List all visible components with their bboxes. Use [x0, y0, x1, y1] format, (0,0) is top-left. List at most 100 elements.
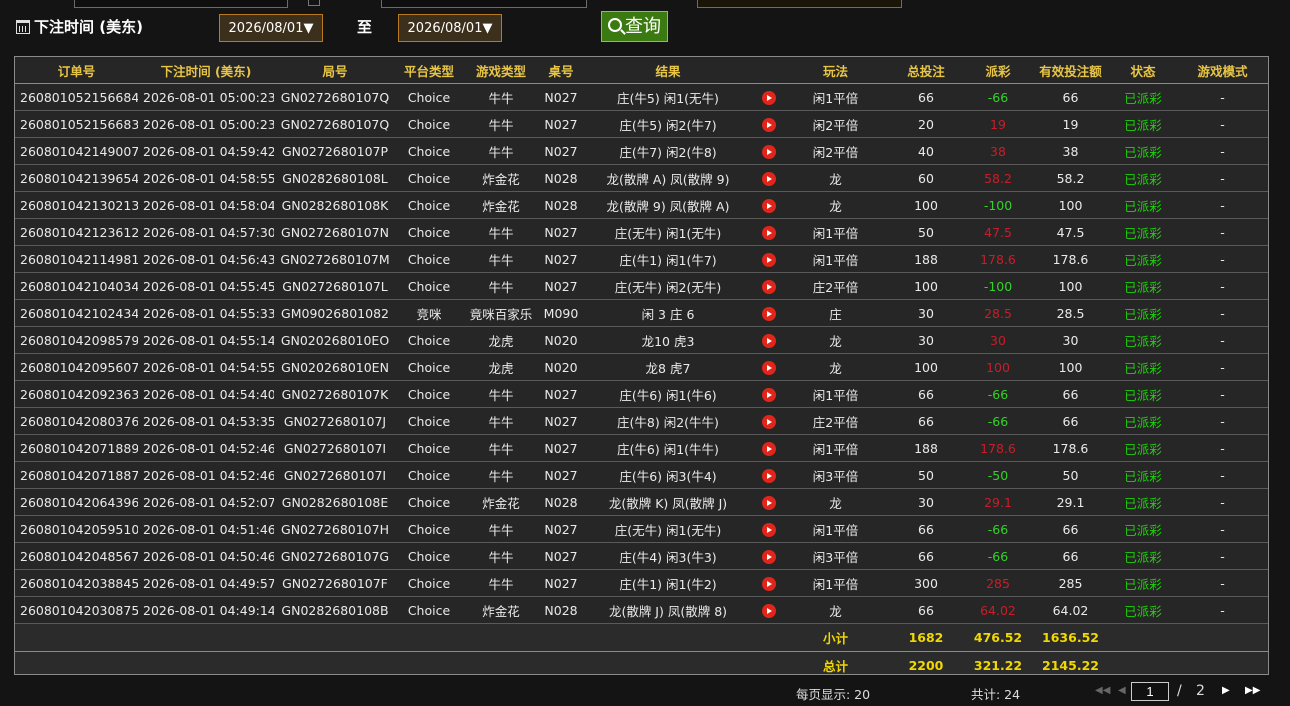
table-row[interactable]: 260801042149007 2026-08-01 04:59:42 GN0272… [15, 137, 1268, 165]
round-no-cell: GN0282680108B [274, 596, 396, 624]
order-no-cell: 260801042123612 [15, 218, 138, 246]
top-input-2[interactable] [381, 0, 587, 8]
table-row[interactable]: 260801042030875 2026-08-01 04:49:14 GN0282… [15, 596, 1268, 624]
replay-cell [754, 380, 783, 408]
game-mode-cell: - [1177, 380, 1268, 408]
col-order-no[interactable]: 订单号 [15, 57, 138, 84]
play-video-icon[interactable] [761, 252, 776, 267]
play-video-icon[interactable] [761, 171, 776, 186]
bet-time-cell: 2026-08-01 04:52:46 [138, 434, 274, 462]
play-cell: 龙 [783, 596, 888, 624]
table-row[interactable]: 260801042139654 2026-08-01 04:58:55 GN0282… [15, 164, 1268, 192]
table-row[interactable]: 260801042123612 2026-08-01 04:57:30 GN0272… [15, 218, 1268, 246]
table-no-cell: N028 [540, 191, 582, 219]
play-video-icon[interactable] [761, 306, 776, 321]
table-row[interactable]: 260801042048567 2026-08-01 04:50:46 GN0272… [15, 542, 1268, 570]
play-video-icon[interactable] [761, 360, 776, 375]
sum-label: 小计 [783, 623, 888, 652]
game-mode-cell: - [1177, 596, 1268, 624]
col-platform[interactable]: 平台类型 [396, 57, 462, 84]
play-video-icon[interactable] [761, 522, 776, 537]
table-row[interactable]: 260801042080376 2026-08-01 04:53:35 GN0272… [15, 407, 1268, 435]
table-row[interactable]: 260801042038845 2026-08-01 04:49:57 GN0272… [15, 569, 1268, 597]
round-no-cell: GN0272680107Q [274, 83, 396, 111]
table-row[interactable]: 260801042071887 2026-08-01 04:52:46 GN0272… [15, 461, 1268, 489]
page-number-input[interactable] [1131, 682, 1169, 701]
payout-cell: 100 [964, 353, 1032, 381]
col-payout[interactable]: 派彩 [964, 57, 1032, 84]
platform-cell: Choice [396, 83, 462, 111]
last-page-icon[interactable]: ▶▶ [1245, 685, 1260, 696]
table-row[interactable]: 260801042064396 2026-08-01 04:52:07 GN0282… [15, 488, 1268, 516]
play-video-icon[interactable] [761, 117, 776, 132]
subtotal-row: 小计 1682 476.52 1636.52 [15, 623, 1268, 652]
col-result[interactable]: 结果 [582, 57, 754, 84]
total-bet-cell: 300 [888, 569, 964, 597]
col-bet-time[interactable]: 下注时间 (美东) [138, 57, 274, 84]
top-checkbox[interactable] [308, 0, 320, 6]
play-video-icon[interactable] [761, 441, 776, 456]
bet-time-cell: 2026-08-01 04:52:07 [138, 488, 274, 516]
col-status[interactable]: 状态 [1109, 57, 1177, 84]
table-row[interactable]: 260801042095607 2026-08-01 04:54:55 GN0202… [15, 353, 1268, 381]
table-row[interactable]: 260801052156684 2026-08-01 05:00:23 GN0272… [15, 83, 1268, 111]
table-row[interactable]: 260801042059510 2026-08-01 04:51:46 GN0272… [15, 515, 1268, 543]
table-row[interactable]: 260801042102434 2026-08-01 04:55:33 GM0902… [15, 299, 1268, 327]
table-row[interactable]: 260801052156683 2026-08-01 05:00:23 GN0272… [15, 110, 1268, 138]
result-cell: 庄(无牛) 闲2(无牛) [582, 272, 754, 300]
play-video-icon[interactable] [761, 90, 776, 105]
col-game-mode[interactable]: 游戏模式 [1177, 57, 1268, 84]
valid-bet-cell: 28.5 [1032, 299, 1109, 327]
col-table-no[interactable]: 桌号 [540, 57, 582, 84]
play-video-icon[interactable] [761, 468, 776, 483]
table-row[interactable]: 260801042130213 2026-08-01 04:58:04 GN0282… [15, 191, 1268, 219]
col-play[interactable]: 玩法 [783, 57, 888, 84]
result-cell: 庄(牛1) 闲1(牛7) [582, 245, 754, 273]
col-game-type[interactable]: 游戏类型 [462, 57, 540, 84]
payout-cell: -66 [964, 515, 1032, 543]
bet-time-cell: 2026-08-01 04:56:43 [138, 245, 274, 273]
play-video-icon[interactable] [761, 549, 776, 564]
platform-cell: Choice [396, 218, 462, 246]
replay-cell [754, 83, 783, 111]
end-date-select[interactable]: 2026/08/01▼ [398, 14, 502, 42]
play-video-icon[interactable] [761, 387, 776, 402]
play-video-icon[interactable] [761, 495, 776, 510]
col-total-bet[interactable]: 总投注 [888, 57, 964, 84]
total-bet-cell: 66 [888, 83, 964, 111]
total-bet-cell: 188 [888, 245, 964, 273]
start-date-select[interactable]: 2026/08/01▼ [219, 14, 323, 42]
first-page-icon[interactable]: ◀◀ [1095, 685, 1110, 696]
table-row[interactable]: 260801042098579 2026-08-01 04:55:14 GN0202… [15, 326, 1268, 354]
payout-cell: 28.5 [964, 299, 1032, 327]
table-row[interactable]: 260801042104034 2026-08-01 04:55:45 GN0272… [15, 272, 1268, 300]
table-row[interactable]: 260801042092363 2026-08-01 04:54:40 GN0272… [15, 380, 1268, 408]
order-no-cell: 260801042149007 [15, 137, 138, 165]
query-button[interactable]: 查询 [601, 11, 668, 42]
order-no-cell: 260801042048567 [15, 542, 138, 570]
valid-bet-cell: 66 [1032, 515, 1109, 543]
play-cell: 龙 [783, 164, 888, 192]
play-video-icon[interactable] [761, 414, 776, 429]
play-video-icon[interactable] [761, 603, 776, 618]
game-type-cell: 炸金花 [462, 164, 540, 192]
col-round-no[interactable]: 局号 [274, 57, 396, 84]
prev-page-icon[interactable]: ◀ [1118, 685, 1126, 696]
col-valid-bet[interactable]: 有效投注额 [1032, 57, 1109, 84]
top-input-1[interactable] [74, 0, 288, 8]
table-row[interactable]: 260801042071889 2026-08-01 04:52:46 GN0272… [15, 434, 1268, 462]
play-video-icon[interactable] [761, 333, 776, 348]
table-row[interactable]: 260801042114981 2026-08-01 04:56:43 GN0272… [15, 245, 1268, 273]
replay-cell [754, 191, 783, 219]
play-video-icon[interactable] [761, 576, 776, 591]
next-page-icon[interactable]: ▶ [1222, 685, 1230, 696]
play-video-icon[interactable] [761, 279, 776, 294]
play-video-icon[interactable] [761, 144, 776, 159]
platform-cell: Choice [396, 434, 462, 462]
platform-cell: Choice [396, 515, 462, 543]
play-video-icon[interactable] [761, 198, 776, 213]
status-cell: 已派彩 [1109, 353, 1177, 381]
page-size-label: 每页显示: 20 [796, 687, 871, 702]
top-select[interactable] [697, 0, 902, 8]
play-video-icon[interactable] [761, 225, 776, 240]
